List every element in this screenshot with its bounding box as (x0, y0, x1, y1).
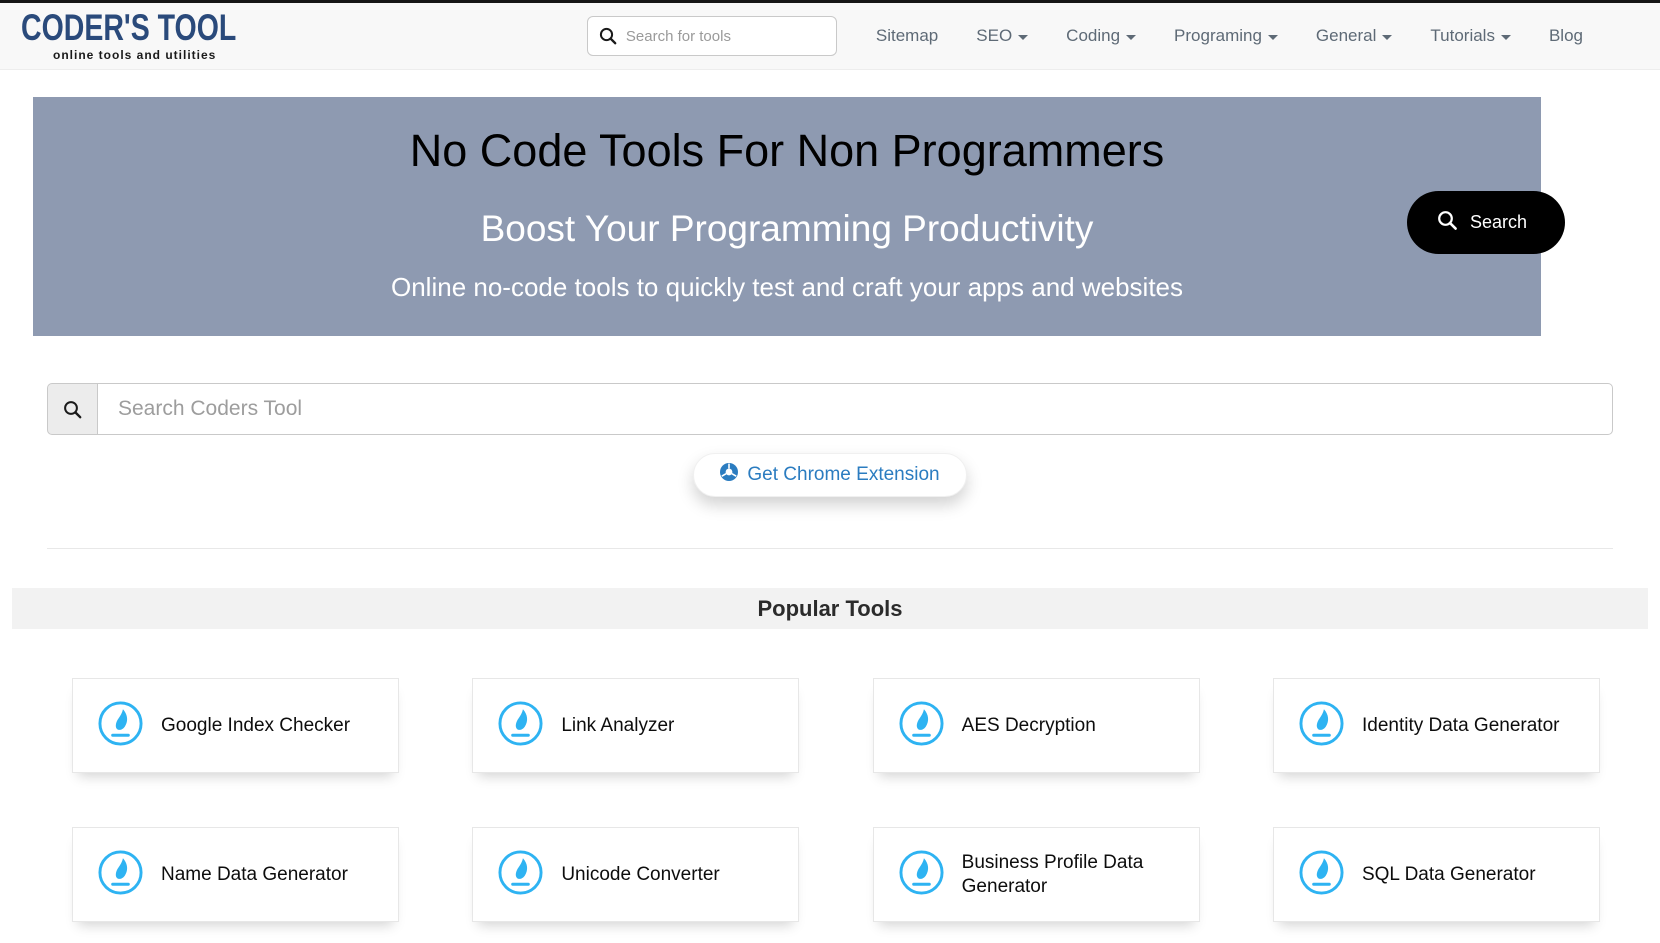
header: CODER'S TOOL online tools and utilities … (0, 3, 1660, 70)
coderstool-flame-icon (497, 849, 544, 896)
hero-search-button-label: Search (1470, 212, 1527, 233)
nav-item-programing[interactable]: Programing (1155, 16, 1297, 56)
search-icon (63, 400, 82, 419)
coderstool-flame-icon (97, 849, 144, 896)
nav-item-general[interactable]: General (1297, 16, 1411, 56)
nav-item-sitemap[interactable]: Sitemap (857, 16, 957, 56)
site-search (47, 383, 1613, 435)
tool-card-business-profile-data-generator[interactable]: Business Profile Data Generator (873, 827, 1200, 922)
nav-item-blog[interactable]: Blog (1530, 16, 1602, 56)
hero-tagline: Online no-code tools to quickly test and… (33, 272, 1541, 302)
coderstool-flame-icon (898, 849, 945, 896)
site-logo[interactable]: CODER'S TOOL online tools and utilities (21, 12, 248, 62)
tool-card-aes-decryption[interactable]: AES Decryption (873, 678, 1200, 773)
main-nav: Sitemap SEO Coding Programing General Tu… (857, 16, 1602, 56)
chevron-down-icon (1018, 35, 1028, 40)
logo-tagline: online tools and utilities (53, 48, 248, 62)
hero-search-button[interactable]: Search (1407, 191, 1565, 254)
search-icon (1437, 210, 1458, 236)
coderstool-flame-icon (497, 700, 544, 747)
search-icon-addon (47, 383, 97, 435)
coderstool-flame-icon (97, 700, 144, 747)
tool-card-google-index-checker[interactable]: Google Index Checker (72, 678, 399, 773)
hero-title: No Code Tools For Non Programmers (33, 125, 1541, 177)
coderstool-flame-icon (898, 700, 945, 747)
logo-title: CODER'S TOOL (21, 8, 236, 49)
chevron-down-icon (1268, 35, 1278, 40)
nav-item-coding[interactable]: Coding (1047, 16, 1155, 56)
coderstool-flame-icon (1298, 849, 1345, 896)
tool-card-identity-data-generator[interactable]: Identity Data Generator (1273, 678, 1600, 773)
nav-item-seo[interactable]: SEO (957, 16, 1047, 56)
coderstool-flame-icon (1298, 700, 1345, 747)
tool-card-sql-data-generator[interactable]: SQL Data Generator (1273, 827, 1600, 922)
hero-banner: No Code Tools For Non Programmers Boost … (33, 97, 1541, 336)
tool-card-name-data-generator[interactable]: Name Data Generator (72, 827, 399, 922)
chevron-down-icon (1501, 35, 1511, 40)
tool-card-unicode-converter[interactable]: Unicode Converter (472, 827, 799, 922)
site-search-input[interactable] (97, 383, 1613, 435)
chevron-down-icon (1382, 35, 1392, 40)
header-search-input[interactable] (587, 16, 837, 56)
section-divider (47, 548, 1613, 549)
search-icon (599, 27, 617, 50)
popular-tools-band: Popular Tools (12, 588, 1648, 629)
nav-item-tutorials[interactable]: Tutorials (1411, 16, 1530, 56)
chrome-icon (720, 463, 738, 487)
popular-tools-grid: Google Index Checker Link Analyzer AES D… (72, 678, 1600, 922)
get-chrome-extension-button[interactable]: Get Chrome Extension (693, 453, 966, 497)
popular-tools-heading: Popular Tools (757, 596, 902, 622)
hero-subtitle: Boost Your Programming Productivity (33, 207, 1541, 250)
chrome-extension-row: Get Chrome Extension (0, 453, 1660, 497)
chrome-button-label: Get Chrome Extension (747, 464, 939, 486)
tool-card-link-analyzer[interactable]: Link Analyzer (472, 678, 799, 773)
header-search (587, 16, 837, 56)
chevron-down-icon (1126, 35, 1136, 40)
